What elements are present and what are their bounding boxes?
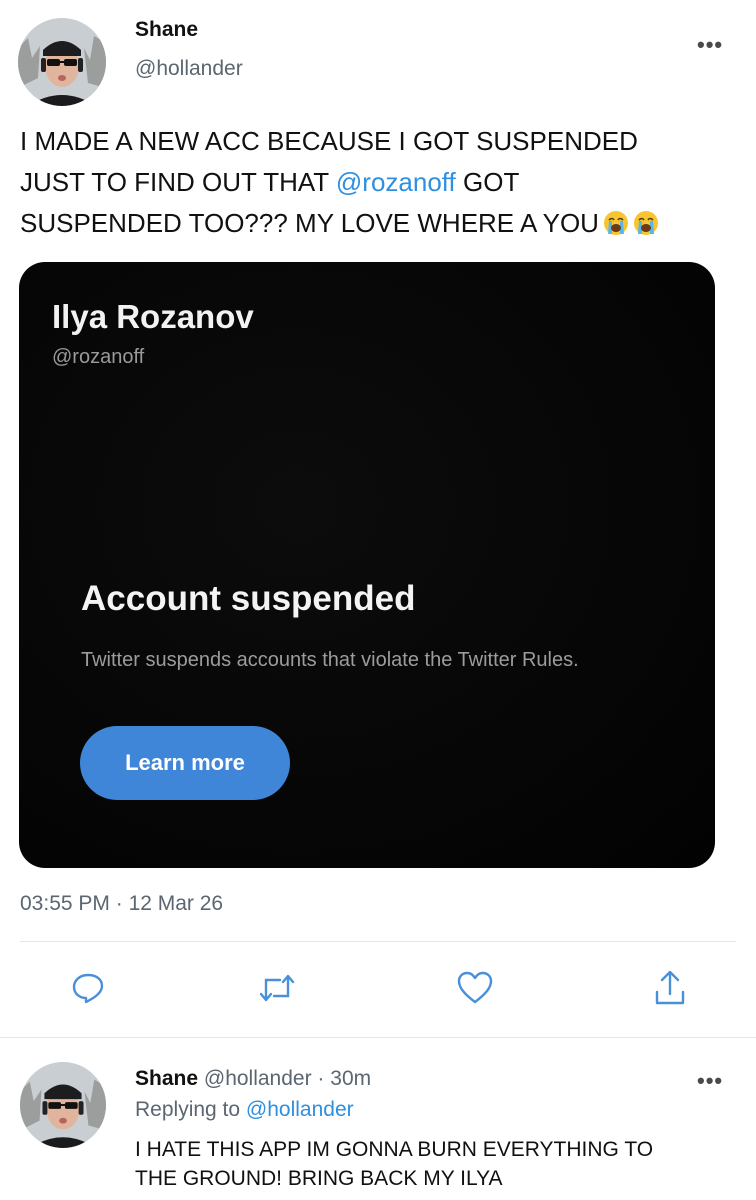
divider	[0, 1037, 756, 1038]
more-options-icon[interactable]: •••	[697, 32, 723, 58]
embedded-image-card[interactable]: Ilya Rozanov @rozanoff Account suspended…	[19, 262, 715, 868]
author-avatar[interactable]	[18, 18, 106, 106]
author-handle[interactable]: @hollander	[135, 57, 243, 81]
tweet-text: I MADE A NEW ACC BECAUSE I GOT SUSPENDED…	[20, 121, 740, 244]
replying-to-label: Replying to	[135, 1098, 241, 1121]
crying-face-icon	[603, 211, 628, 235]
suspended-account-handle: @rozanoff	[52, 346, 145, 368]
tweet-time: 03:55 PM	[20, 892, 110, 915]
reply-more-options-icon[interactable]: •••	[697, 1068, 723, 1094]
reply-button[interactable]	[66, 966, 110, 1010]
suspended-description: Twitter suspends accounts that violate t…	[81, 649, 579, 671]
meta-separator: ·	[109, 892, 129, 915]
tweet-timestamp: 03:55 PM · 12 Mar 26	[20, 892, 223, 916]
crying-face-icon	[633, 211, 658, 235]
reply-author-name[interactable]: Shane	[135, 1067, 198, 1090]
replying-to-handle[interactable]: @hollander	[246, 1098, 354, 1121]
reply-text-line: I HATE THIS APP IM GONNA BURN EVERYTHING…	[135, 1138, 654, 1161]
reply-time: 30m	[330, 1067, 372, 1090]
heart-icon	[457, 971, 493, 1004]
reply-header: Shane @hollander · 30m	[135, 1067, 371, 1091]
mention-link[interactable]: @rozanoff	[336, 167, 456, 197]
meta-separator: ·	[311, 1067, 331, 1090]
tweet-text-segment: GOT	[455, 167, 520, 197]
avatar-photo	[18, 18, 106, 106]
reply-author-avatar[interactable]	[20, 1062, 106, 1148]
tweet-text-line: I MADE A NEW ACC BECAUSE I GOT SUSPENDED	[20, 126, 638, 156]
retweet-button[interactable]	[255, 966, 299, 1010]
reply-text: I HATE THIS APP IM GONNA BURN EVERYTHING…	[135, 1135, 735, 1193]
share-icon	[655, 970, 685, 1005]
avatar-photo	[20, 1062, 106, 1148]
learn-more-button[interactable]: Learn more	[80, 726, 290, 800]
retweet-icon	[259, 974, 295, 1002]
suspended-title: Account suspended	[81, 579, 416, 618]
tweet-text-segment: SUSPENDED TOO??? MY LOVE WHERE A YOU	[20, 208, 599, 238]
share-button[interactable]	[648, 966, 692, 1010]
author-name[interactable]: Shane	[135, 18, 198, 42]
tweet-text-segment: JUST TO FIND OUT THAT	[20, 167, 336, 197]
like-button[interactable]	[453, 966, 497, 1010]
tweet-date: 12 Mar 26	[128, 892, 224, 915]
tweet-text-line: JUST TO FIND OUT THAT @rozanoff GOT	[20, 162, 740, 203]
reply-author-handle[interactable]: @hollander	[204, 1067, 312, 1090]
replying-to: Replying to @hollander	[135, 1098, 354, 1122]
suspended-account-name: Ilya Rozanov	[52, 298, 254, 335]
reply-icon	[72, 973, 104, 1004]
divider	[20, 941, 736, 942]
reply-text-line: THE GROUND! BRING BACK MY ILYA	[135, 1167, 503, 1190]
tweet-text-line: SUSPENDED TOO??? MY LOVE WHERE A YOU	[20, 203, 740, 244]
